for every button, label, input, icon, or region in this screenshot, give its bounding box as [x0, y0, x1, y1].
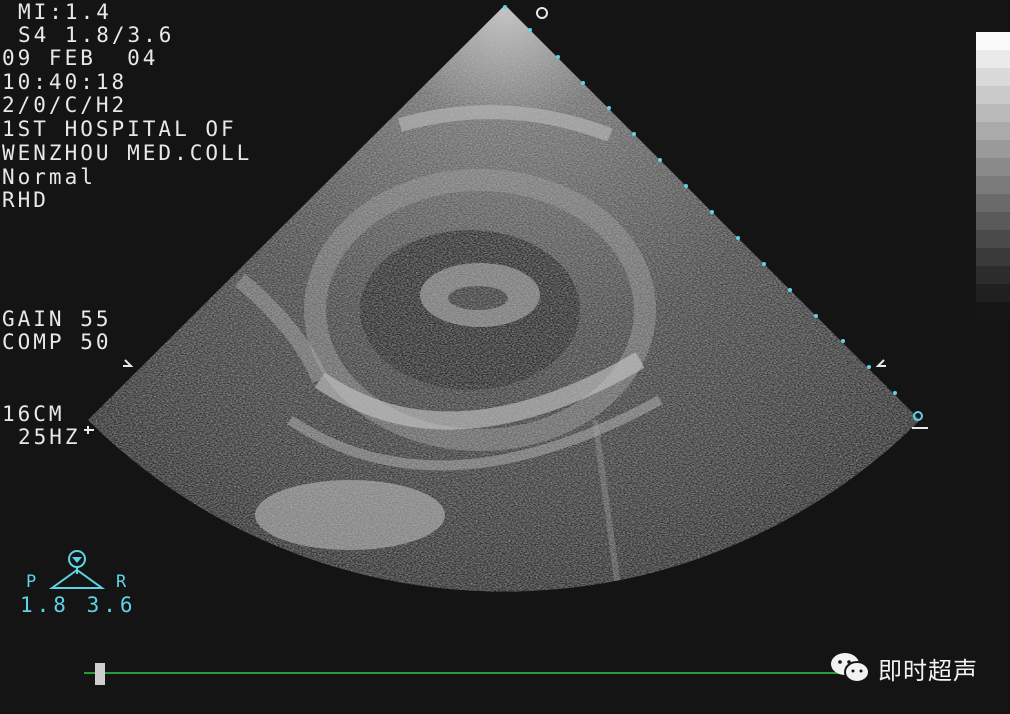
exam-time: 10:40:18: [2, 70, 128, 94]
probe-readout: S4 1.8/3.6: [18, 23, 175, 47]
comp-readout: COMP 50: [2, 330, 112, 354]
probe-left-label: P: [26, 572, 40, 592]
probe-orientation-indicator: P R 1.8 3.6: [20, 548, 142, 617]
ultrasound-sector-image: [84, 5, 928, 592]
institution-line-1: 1ST HOSPITAL OF: [2, 117, 237, 141]
exam-date: 09 FEB 04: [2, 46, 159, 70]
depth-readout: 16CM: [2, 402, 65, 426]
probe-right-label: R: [116, 572, 130, 592]
cine-timeline-marker[interactable]: [95, 663, 105, 685]
gain-readout: GAIN 55: [2, 307, 112, 331]
grayscale-bar: [976, 32, 1010, 322]
mi-readout: MI:1.4: [18, 0, 112, 24]
watermark: 即时超声: [830, 648, 978, 688]
orientation-label: RHD: [2, 188, 49, 212]
preset-label: Normal: [2, 165, 96, 189]
mode-readout: 2/0/C/H2: [2, 93, 128, 117]
watermark-text: 即时超声: [878, 656, 978, 685]
wechat-icon: [831, 653, 870, 683]
institution-line-2: WENZHOU MED.COLL: [2, 141, 253, 165]
frame-rate-readout: 25HZ: [18, 425, 81, 449]
probe-values: 1.8 3.6: [20, 593, 137, 617]
cine-timeline[interactable]: [84, 672, 844, 674]
